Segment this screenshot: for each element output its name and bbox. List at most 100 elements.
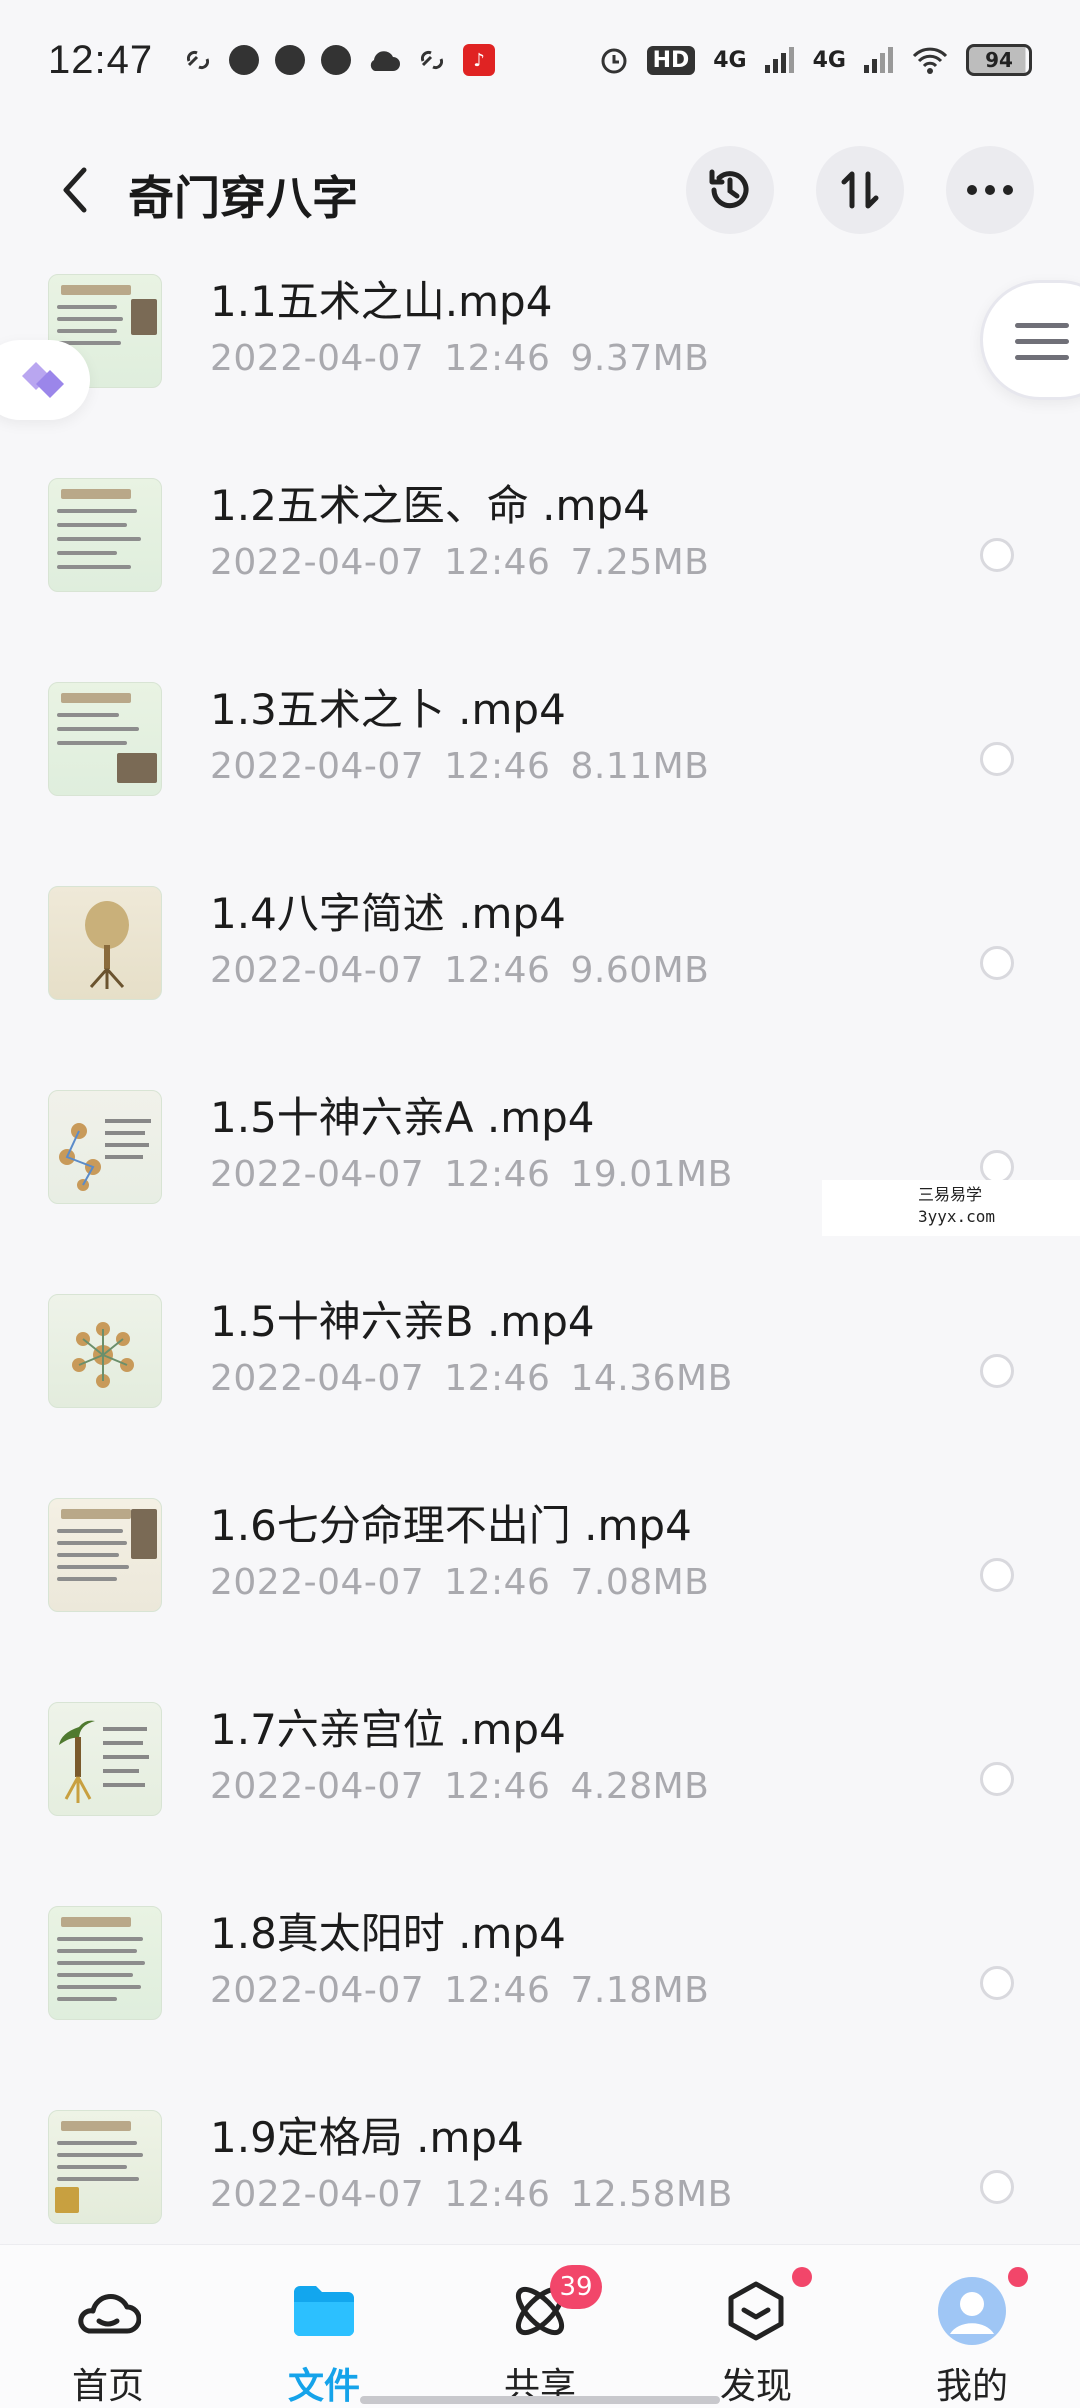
file-size: 12.58MB (570, 2174, 733, 2215)
file-size: 14.36MB (570, 1358, 733, 1399)
file-size: 8.11MB (570, 746, 710, 787)
sort-button[interactable] (816, 146, 904, 234)
more-button[interactable] (946, 146, 1034, 234)
select-radio[interactable] (980, 1354, 1014, 1388)
nav-home-label: 首页 (71, 2366, 144, 2407)
file-name: 1.7六亲宫位 .mp4 (210, 1705, 566, 1754)
file-date: 2022-04-07 (210, 1154, 425, 1195)
nav-home[interactable]: 首页 (0, 2245, 216, 2408)
folder-icon (294, 2286, 354, 2336)
history-button[interactable] (686, 146, 774, 234)
file-date: 2022-04-07 (210, 1562, 425, 1603)
hamburger-icon (1015, 323, 1069, 371)
watermark-line1: 三易易学 (918, 1185, 983, 1204)
file-date: 2022-04-07 (210, 746, 425, 787)
file-meta: 2022-04-07 12:46 4.28MB (210, 1766, 709, 1807)
sim2-label: 4G (812, 47, 846, 73)
file-row[interactable]: 1.4八字简述 .mp4 2022-04-07 12:46 9.60MB (0, 874, 1080, 1078)
flame-icon (321, 45, 352, 75)
file-meta: 2022-04-07 12:46 14.36MB (210, 1358, 733, 1399)
file-time: 12:46 (444, 1562, 551, 1603)
file-name: 1.1五术之山.mp4 (210, 277, 553, 326)
cloud-icon (370, 51, 401, 71)
wifi-icon (912, 47, 948, 74)
file-time: 12:46 (444, 950, 551, 991)
tree-diagram-icon (85, 901, 129, 989)
cloud-home-icon (78, 2294, 141, 2334)
sim1-label: 4G (713, 47, 747, 73)
more-dots-icon (967, 185, 1013, 195)
bottom-navigation: 首页 文件 39 共享 发现 我的 (0, 2244, 1080, 2408)
file-size: 7.25MB (570, 542, 710, 583)
ten-gods-diagram-icon (59, 1119, 151, 1191)
video-thumbnail (48, 1906, 162, 2020)
select-radio[interactable] (980, 1150, 1014, 1184)
alarm-icon (601, 48, 627, 74)
file-name: 1.8真太阳时 .mp4 (210, 1909, 566, 1958)
system-indicators: HD 4G 4G 94 (599, 44, 1032, 76)
file-name: 1.3五术之卜 .mp4 (210, 685, 566, 734)
home-indicator[interactable] (360, 2396, 720, 2404)
select-radio[interactable] (980, 1966, 1014, 2000)
nav-discover[interactable]: 发现 (648, 2245, 864, 2408)
app-header: 奇门穿八字 (0, 140, 1080, 240)
select-radio[interactable] (980, 946, 1014, 980)
back-button[interactable] (46, 162, 102, 218)
floating-assistant-button[interactable] (0, 340, 90, 420)
watermark-line2: 3yyx.com (918, 1207, 996, 1226)
file-meta: 2022-04-07 12:46 8.11MB (210, 746, 709, 787)
speed-icon (229, 45, 260, 75)
select-radio[interactable] (980, 742, 1014, 776)
file-row[interactable]: 1.1五术之山.mp4 2022-04-07 12:46 9.37MB (0, 262, 1080, 466)
watermark: 三易易学 3yyx.com (822, 1180, 1080, 1236)
select-radio[interactable] (980, 538, 1014, 572)
video-thumbnail (48, 1294, 162, 1408)
file-date: 2022-04-07 (210, 338, 425, 379)
app-red-icon: ♪ (463, 44, 496, 76)
file-date: 2022-04-07 (210, 2174, 425, 2215)
select-radio[interactable] (980, 2170, 1014, 2204)
file-meta: 2022-04-07 12:46 7.18MB (210, 1970, 709, 2011)
file-time: 12:46 (444, 746, 551, 787)
file-name: 1.6七分命理不出门 .mp4 (210, 1501, 692, 1550)
file-meta: 2022-04-07 12:46 7.25MB (210, 542, 709, 583)
video-thumbnail (48, 1498, 162, 1612)
battery-level: 94 (985, 48, 1013, 72)
file-row[interactable]: 1.3五术之卜 .mp4 2022-04-07 12:46 8.11MB (0, 670, 1080, 874)
select-radio[interactable] (980, 1762, 1014, 1796)
file-row[interactable]: 1.5十神六亲B .mp4 2022-04-07 12:46 14.36MB (0, 1282, 1080, 1486)
file-row[interactable]: 1.8真太阳时 .mp4 2022-04-07 12:46 7.18MB (0, 1894, 1080, 2098)
file-time: 12:46 (444, 1358, 551, 1399)
file-size: 4.28MB (570, 1766, 710, 1807)
diamond-icon (22, 362, 64, 398)
hd-icon: HD (646, 45, 696, 75)
share-badge: 39 (550, 2265, 602, 2309)
file-meta: 2022-04-07 12:46 19.01MB (210, 1154, 733, 1195)
file-name: 1.5十神六亲A .mp4 (210, 1093, 595, 1142)
file-list: 1.1五术之山.mp4 2022-04-07 12:46 9.37MB 1.2五术之… (0, 262, 1080, 2302)
file-name: 1.9定格局 .mp4 (210, 2113, 524, 2162)
discover-box-icon (728, 2281, 784, 2341)
file-row[interactable]: 1.6七分命理不出门 .mp4 2022-04-07 12:46 7.08MB (0, 1486, 1080, 1690)
file-name: 1.5十神六亲B .mp4 (210, 1297, 595, 1346)
nav-me-label: 我的 (935, 2366, 1008, 2407)
file-size: 9.60MB (570, 950, 710, 991)
file-row[interactable]: 1.2五术之医、命 .mp4 2022-04-07 12:46 7.25MB (0, 466, 1080, 670)
link-icon-2 (421, 50, 444, 70)
file-meta: 2022-04-07 12:46 9.60MB (210, 950, 709, 991)
file-row[interactable]: 1.7六亲宫位 .mp4 2022-04-07 12:46 4.28MB (0, 1690, 1080, 1894)
file-date: 2022-04-07 (210, 542, 425, 583)
me-badge-dot (1008, 2267, 1028, 2287)
palm-tree-icon (59, 1720, 149, 1803)
nav-files[interactable]: 文件 (216, 2245, 432, 2408)
relation-wheel-icon (72, 1322, 134, 1388)
file-date: 2022-04-07 (210, 1970, 425, 2011)
file-time: 12:46 (444, 1154, 551, 1195)
file-meta: 2022-04-07 12:46 9.37MB (210, 338, 709, 379)
nav-share[interactable]: 39 共享 (432, 2245, 648, 2408)
history-icon (709, 169, 749, 209)
file-time: 12:46 (444, 542, 551, 583)
file-name: 1.4八字简述 .mp4 (210, 889, 566, 938)
select-radio[interactable] (980, 1558, 1014, 1592)
nav-me[interactable]: 我的 (864, 2245, 1080, 2408)
